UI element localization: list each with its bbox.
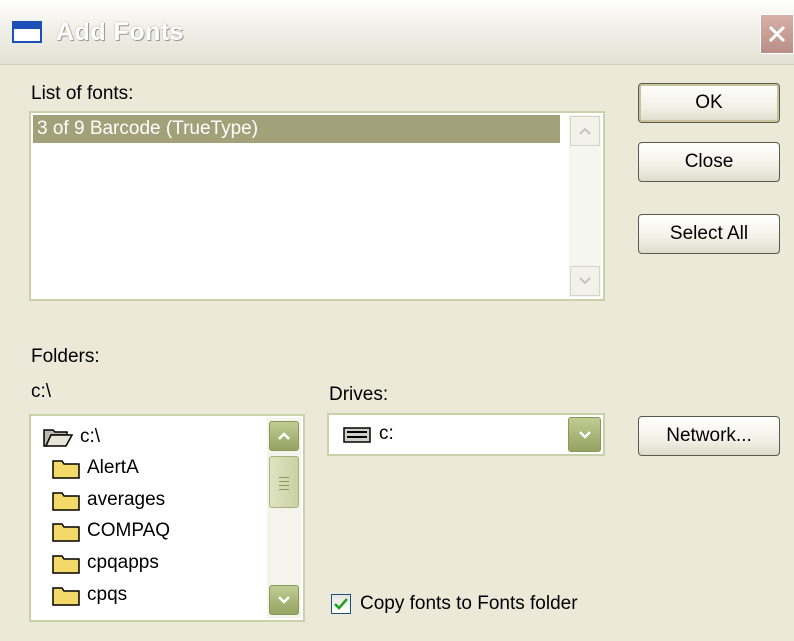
folder-item[interactable]: cpqs xyxy=(52,580,127,610)
chevron-down-icon xyxy=(578,430,591,439)
folder-icon xyxy=(52,523,80,542)
folder-list-scroll-thumb[interactable] xyxy=(269,456,299,508)
window-icon xyxy=(12,21,42,43)
close-icon xyxy=(768,25,786,43)
font-list-label: List of fonts: xyxy=(31,83,134,104)
copy-fonts-checkbox[interactable] xyxy=(331,594,351,614)
folder-name: cpqs xyxy=(87,584,128,605)
folder-list[interactable]: c:\ AlertA averages COMPAQ cpqapps cpqs xyxy=(29,414,305,622)
chevron-up-icon xyxy=(579,127,591,135)
checkmark-icon xyxy=(334,598,348,610)
chevron-down-icon xyxy=(579,277,591,285)
current-path: c:\ xyxy=(31,381,52,402)
select-all-button[interactable]: Select All xyxy=(638,214,780,254)
folder-icon xyxy=(52,460,80,479)
folder-item[interactable]: COMPAQ xyxy=(52,516,170,546)
drives-dropdown-button[interactable] xyxy=(568,417,601,452)
copy-fonts-label: Copy fonts to Fonts folder xyxy=(360,593,578,614)
drives-label: Drives: xyxy=(329,384,389,405)
chevron-down-icon xyxy=(278,596,290,604)
hard-drive-icon xyxy=(343,427,371,443)
drives-dropdown[interactable]: c: xyxy=(327,413,605,456)
folder-list-scroll-up-button[interactable] xyxy=(269,421,299,451)
folder-name: c:\ xyxy=(80,426,101,447)
ok-button[interactable]: OK xyxy=(638,83,780,123)
font-list-item[interactable]: 3 of 9 Barcode (TrueType) xyxy=(33,115,560,143)
font-list[interactable]: 3 of 9 Barcode (TrueType) xyxy=(29,111,605,301)
folder-icon xyxy=(52,587,80,606)
folder-name: AlertA xyxy=(87,457,139,478)
folder-list-scroll-down-button[interactable] xyxy=(269,585,299,615)
font-list-scroll-up-button[interactable] xyxy=(570,116,600,146)
folder-list-scrollbar[interactable] xyxy=(267,418,301,618)
title-bar: Add Fonts xyxy=(0,0,794,65)
close-window-button[interactable] xyxy=(760,14,794,54)
folder-name: COMPAQ xyxy=(87,520,171,541)
folder-item[interactable]: AlertA xyxy=(52,453,139,483)
selected-drive: c: xyxy=(379,423,394,444)
network-button[interactable]: Network... xyxy=(638,416,780,456)
folder-item[interactable]: cpqapps xyxy=(52,548,159,578)
window-title: Add Fonts xyxy=(56,18,185,46)
folder-item[interactable]: averages xyxy=(52,485,165,515)
folder-name: cpqapps xyxy=(87,552,159,573)
folders-label: Folders: xyxy=(31,346,100,367)
font-list-scrollbar[interactable] xyxy=(569,115,601,297)
open-folder-icon xyxy=(43,429,73,447)
folder-icon xyxy=(52,492,80,511)
font-list-scroll-down-button[interactable] xyxy=(570,266,600,296)
chevron-up-icon xyxy=(278,432,290,440)
folder-icon xyxy=(52,555,80,574)
close-button[interactable]: Close xyxy=(638,142,780,182)
folder-item-root[interactable]: c:\ xyxy=(43,422,100,452)
folder-name: averages xyxy=(87,489,166,510)
